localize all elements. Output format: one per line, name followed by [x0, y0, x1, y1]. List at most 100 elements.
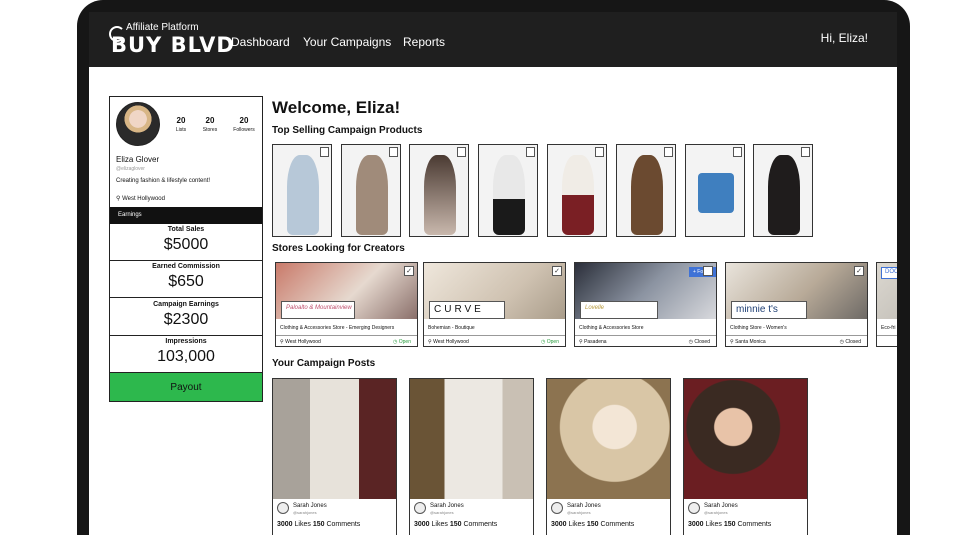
product-card[interactable] [616, 144, 676, 237]
product-image [287, 155, 319, 235]
store-card[interactable]: ✓ Paloalto & Mountainview Clothing & Acc… [275, 262, 418, 347]
checkbox-icon[interactable]: ✓ [854, 266, 864, 276]
product-card[interactable] [685, 144, 745, 237]
store-status: ◷ Open [541, 339, 559, 345]
checkbox-icon[interactable]: ✓ [404, 266, 414, 276]
profile-handle: @elizaglover [116, 166, 145, 172]
store-status: ◷ Open [393, 339, 411, 345]
stat-stores[interactable]: 20 Stores [195, 116, 225, 133]
avatar [277, 502, 289, 514]
metric-label: Total Sales [167, 226, 205, 233]
post-stats: 3000 Likes 150 Comments [551, 521, 634, 528]
product-card[interactable] [753, 144, 813, 237]
metric-campaign-earnings: Campaign Earnings $2300 [110, 299, 262, 336]
page-title: Welcome, Eliza! [272, 98, 401, 117]
product-card[interactable] [547, 144, 607, 237]
product-card[interactable] [478, 144, 538, 237]
store-footer: ⚲ West Hollywood ◷ Open [276, 335, 417, 346]
profile-card: 20 Lists 20 Stores 20 Followers Eliza Gl… [109, 96, 263, 402]
post-stats: 3000 Likes 150 Comments [277, 521, 360, 528]
checkbox-icon[interactable]: ✓ [552, 266, 562, 276]
brand-logo[interactable]: Affiliate Platform BUY BLVD [109, 22, 234, 58]
likes-count: 3000 [414, 521, 430, 528]
store-location: ⚲ Santa Monica [730, 339, 766, 345]
campaign-post-card[interactable]: Sarah Jones @sarahjones 3000 Likes 150 C… [546, 378, 671, 535]
metric-label: Campaign Earnings [153, 301, 219, 308]
likes-label: Likes [294, 521, 311, 528]
campaign-post-card[interactable]: Sarah Jones @sarahjones 3000 Likes 150 C… [272, 378, 397, 535]
comments-label: Comments [600, 521, 635, 528]
metric-value: $5000 [163, 236, 209, 253]
stat-followers[interactable]: 20 Followers [229, 116, 259, 133]
stat-lists[interactable]: 20 Lists [166, 116, 196, 133]
bookmark-icon[interactable] [389, 147, 398, 157]
post-author-handle: @sarahjones [430, 510, 454, 515]
logo-wordmark: BUY BLVD [111, 33, 235, 57]
post-author-handle: @sarahjones [704, 510, 728, 515]
store-location-text: West Hollywood [285, 339, 321, 345]
stores-section-title: Stores Looking for Creators [272, 243, 405, 254]
store-status-text: Open [398, 339, 411, 345]
nav-reports[interactable]: Reports [403, 35, 445, 49]
store-logo: CURVE [429, 301, 505, 319]
product-image [562, 155, 594, 235]
store-card[interactable]: + Follow Lovelle Clothing & Accessories … [574, 262, 717, 347]
bookmark-icon[interactable] [457, 147, 466, 157]
likes-count: 3000 [688, 521, 704, 528]
avatar [551, 502, 563, 514]
post-stats: 3000 Likes 150 Comments [688, 521, 771, 528]
checkbox-icon[interactable] [703, 266, 713, 276]
likes-label: Likes [431, 521, 448, 528]
payout-button[interactable]: Payout [110, 373, 262, 401]
store-status: ◷ Closed [840, 339, 861, 345]
nav-dashboard[interactable]: Dashboard [231, 35, 290, 49]
store-footer: ⚲ Pasadena ◷ Closed [575, 335, 716, 346]
store-status: ◷ Closed [689, 339, 710, 345]
store-location: ⚲ West Hollywood [428, 339, 469, 345]
bookmark-icon[interactable] [595, 147, 604, 157]
bookmark-icon[interactable] [733, 147, 742, 157]
post-author-name: Sarah Jones [430, 503, 464, 509]
post-image [547, 379, 670, 499]
bookmark-icon[interactable] [664, 147, 673, 157]
store-footer [877, 335, 897, 346]
campaign-post-card[interactable]: Sarah Jones @sarahjones 3000 Likes 150 C… [409, 378, 534, 535]
product-card[interactable] [272, 144, 332, 237]
store-card[interactable]: ✓ CURVE Bohemian - Boutique ⚲ West Holly… [423, 262, 566, 347]
metric-impressions: Impressions 103,000 [110, 336, 262, 373]
bookmark-icon[interactable] [320, 147, 329, 157]
product-card[interactable] [409, 144, 469, 237]
stat-stores-count: 20 [205, 116, 215, 125]
post-author-name: Sarah Jones [567, 503, 601, 509]
bookmark-icon[interactable] [526, 147, 535, 157]
comments-count: 150 [586, 521, 599, 528]
store-status-text: Closed [694, 339, 710, 345]
store-type: Eco-fri [881, 325, 896, 331]
store-type: Clothing Store - Women's [730, 325, 787, 331]
metric-label: Impressions [165, 338, 207, 345]
comments-label: Comments [326, 521, 361, 528]
metric-label: Earned Commission [152, 263, 220, 270]
store-card[interactable]: ✓ minnie t's Clothing Store - Women's ⚲ … [725, 262, 868, 347]
comments-count: 150 [723, 521, 736, 528]
store-logo: DOO [881, 267, 897, 279]
stat-lists-count: 20 [176, 116, 186, 125]
stat-stores-label: Stores [202, 127, 218, 133]
product-card[interactable] [341, 144, 401, 237]
store-card[interactable]: DOO Eco-fri [876, 262, 897, 347]
product-image [356, 155, 388, 235]
profile-location: ⚲ West Hollywood [116, 195, 165, 202]
post-image [273, 379, 396, 499]
logo-tagline: Affiliate Platform [126, 22, 199, 33]
comments-count: 150 [312, 521, 325, 528]
store-logo: Paloalto & Mountainview [281, 301, 355, 319]
store-type: Clothing & Accessories Store - Emerging … [280, 325, 395, 331]
app-screen: Affiliate Platform BUY BLVD Dashboard Yo… [89, 12, 897, 535]
campaign-post-card[interactable]: Sarah Jones @sarahjones 3000 Likes 150 C… [683, 378, 808, 535]
user-greeting[interactable]: Hi, Eliza! [821, 31, 868, 45]
profile-name: Eliza Glover [116, 155, 160, 164]
store-location-text: West Hollywood [433, 339, 469, 345]
nav-your-campaigns[interactable]: Your Campaigns [303, 35, 391, 49]
bookmark-icon[interactable] [801, 147, 810, 157]
avatar[interactable] [116, 102, 160, 146]
